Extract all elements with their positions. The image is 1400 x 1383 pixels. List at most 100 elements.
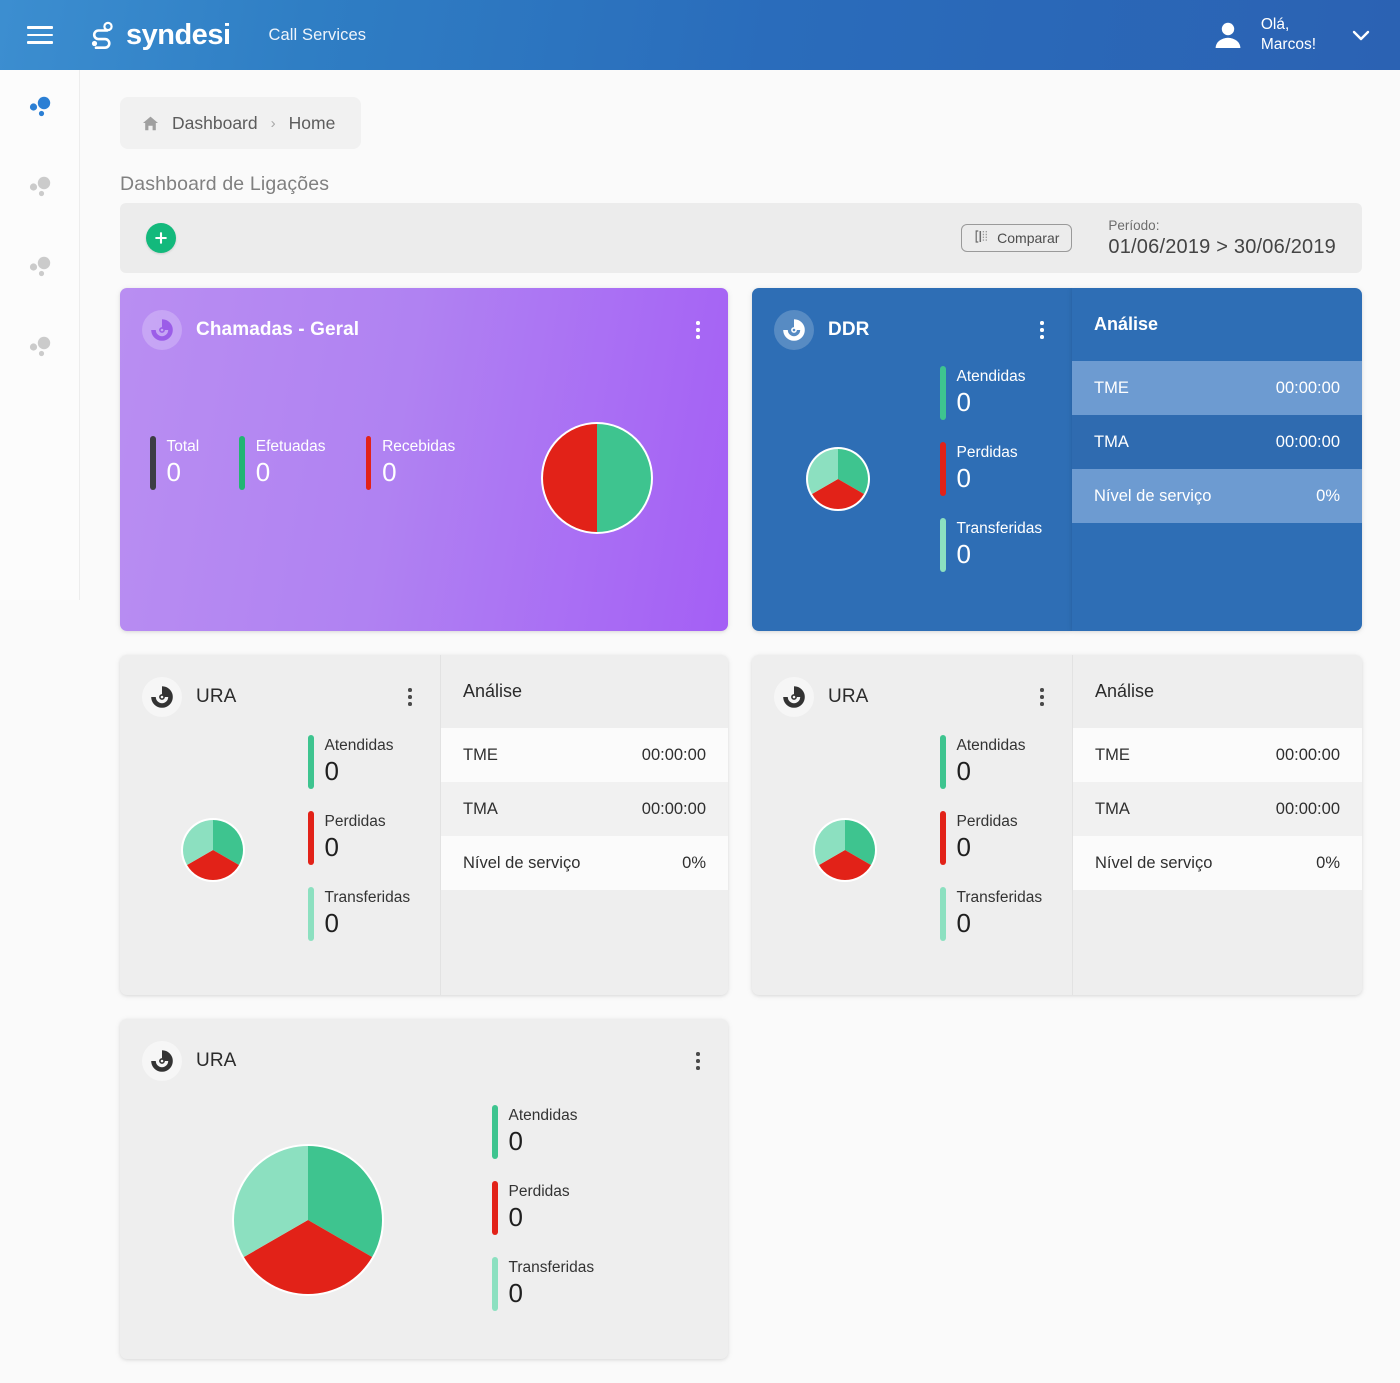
dots-cluster-icon: [26, 94, 54, 127]
kebab-menu-icon[interactable]: [690, 317, 706, 343]
card-ura-bottom[interactable]: URA Atendidas: [120, 1019, 728, 1359]
metric-label: Transferidas: [325, 889, 411, 907]
analysis-title: Análise: [441, 655, 728, 702]
card-ddr[interactable]: DDR: [752, 288, 1072, 631]
kebab-menu-icon[interactable]: [690, 1048, 706, 1074]
metrics-group: Total 0 Efetuadas 0 Re: [150, 436, 455, 490]
metric-value: 0: [509, 1203, 570, 1233]
metric-value: 0: [509, 1127, 578, 1157]
analysis-row-label: TMA: [463, 800, 498, 819]
card-header: Chamadas - Geral: [120, 288, 728, 350]
dots-cluster-icon: [26, 334, 54, 367]
metric-value: 0: [957, 833, 1018, 863]
sidebar-item-2[interactable]: [0, 150, 79, 230]
analysis-row-value: 00:00:00: [1276, 379, 1340, 398]
metrics-group: Atendidas 0 Perdidas 0: [940, 735, 1042, 941]
metric-atendidas: Atendidas 0: [308, 735, 410, 789]
analysis-row-label: TME: [1095, 746, 1130, 765]
ddr-pie-chart: [805, 446, 871, 517]
metric-label: Transferidas: [957, 520, 1043, 538]
metric-label: Perdidas: [325, 813, 386, 831]
card-ura-left-body: URA: [120, 655, 440, 995]
sidebar-item-4[interactable]: [0, 310, 79, 390]
card-header: URA: [120, 655, 440, 717]
chevron-down-icon[interactable]: [1350, 24, 1372, 46]
home-icon: [142, 115, 159, 132]
dots-cluster-icon: [26, 254, 54, 287]
metric-recebidas: Recebidas 0: [366, 436, 456, 490]
metric-perdidas: Perdidas 0: [308, 811, 410, 865]
analysis-row-label: TME: [1094, 379, 1129, 398]
metric-color-bar: [308, 887, 314, 941]
card-title: Chamadas - Geral: [196, 319, 359, 341]
ura-left-pie-chart: [180, 817, 246, 888]
sidebar-item-1[interactable]: [0, 70, 79, 150]
metric-label: Efetuadas: [256, 438, 326, 456]
breadcrumb-root[interactable]: Dashboard: [172, 113, 258, 134]
user-greeting: Olá, Marcos!: [1261, 15, 1316, 55]
user-avatar-icon: [1211, 18, 1245, 52]
analysis-row-value: 00:00:00: [642, 800, 706, 819]
card-ura-right[interactable]: URA: [752, 655, 1362, 995]
hamburger-menu-icon[interactable]: [27, 26, 53, 44]
card-ura-left[interactable]: URA: [120, 655, 728, 995]
user-menu[interactable]: Olá, Marcos!: [1211, 15, 1372, 55]
brand-logo[interactable]: syndesi: [88, 19, 231, 52]
metric-color-bar: [940, 811, 946, 865]
metric-label: Atendidas: [325, 737, 394, 755]
main-content: Dashboard › Home Dashboard de Ligações: [80, 70, 1400, 1375]
card-title: DDR: [828, 319, 869, 341]
metric-perdidas: Perdidas 0: [940, 811, 1042, 865]
kebab-menu-icon[interactable]: [1034, 317, 1050, 343]
metric-color-bar: [940, 366, 946, 420]
breadcrumb: Dashboard › Home: [120, 97, 361, 149]
metric-transferidas: Transferidas 0: [492, 1257, 594, 1311]
geral-pie-chart: [538, 419, 656, 542]
card-title: URA: [196, 686, 236, 708]
metric-value: 0: [167, 458, 200, 488]
card-chamadas-geral[interactable]: Chamadas - Geral Total 0: [120, 288, 728, 631]
metric-color-bar: [940, 518, 946, 572]
analysis-row-tme: TME 00:00:00: [1073, 728, 1362, 782]
analysis-row-tme: TME 00:00:00: [1072, 361, 1362, 415]
analysis-row-tma: TMA 00:00:00: [441, 782, 728, 836]
analysis-row-nivel-servico: Nível de serviço 0%: [1072, 469, 1362, 523]
analysis-row-label: TMA: [1094, 433, 1129, 452]
sidebar-item-3[interactable]: [0, 230, 79, 310]
greeting-line-2: Marcos!: [1261, 35, 1316, 55]
metric-value: 0: [325, 833, 386, 863]
analysis-title: Análise: [1072, 288, 1362, 335]
analysis-row-tma: TMA 00:00:00: [1073, 782, 1362, 836]
metrics-group: Atendidas 0 Perdidas 0: [308, 735, 410, 941]
greeting-line-1: Olá,: [1261, 15, 1316, 35]
ura-bottom-pie-chart: [230, 1142, 386, 1303]
syndesi-logo-icon: [88, 21, 116, 49]
add-widget-button[interactable]: [146, 223, 176, 253]
left-sidebar: [0, 70, 80, 600]
metric-value: 0: [957, 909, 1043, 939]
metrics-group: Atendidas 0 Perdidas 0: [940, 366, 1042, 572]
card-ddr-wrapper: DDR: [752, 288, 1362, 631]
card-title: URA: [196, 1050, 236, 1072]
period-display[interactable]: Período: 01/06/2019 > 30/06/2019: [1108, 218, 1336, 259]
kebab-menu-icon[interactable]: [402, 684, 418, 710]
metric-color-bar: [366, 436, 372, 490]
metric-color-bar: [492, 1257, 498, 1311]
analysis-row-value: 0%: [1316, 854, 1340, 873]
breadcrumb-current[interactable]: Home: [289, 113, 336, 134]
card-header: URA: [120, 1019, 728, 1081]
metric-perdidas: Perdidas 0: [940, 442, 1042, 496]
metric-value: 0: [509, 1279, 595, 1309]
metric-label: Transferidas: [957, 889, 1043, 907]
metric-value: 0: [957, 540, 1043, 570]
metric-atendidas: Atendidas 0: [940, 735, 1042, 789]
metric-atendidas: Atendidas 0: [940, 366, 1042, 420]
analysis-row-label: Nível de serviço: [1094, 487, 1211, 506]
pie-chart-icon: [774, 310, 814, 350]
analysis-row-nivel-servico: Nível de serviço 0%: [1073, 836, 1362, 890]
analysis-title: Análise: [1073, 655, 1362, 702]
plus-icon: [153, 230, 169, 246]
compare-button[interactable]: Comparar: [961, 224, 1072, 252]
panel-analise-ura-left: Análise TME 00:00:00 TMA 00:00:00 Nível …: [440, 655, 728, 995]
kebab-menu-icon[interactable]: [1034, 684, 1050, 710]
